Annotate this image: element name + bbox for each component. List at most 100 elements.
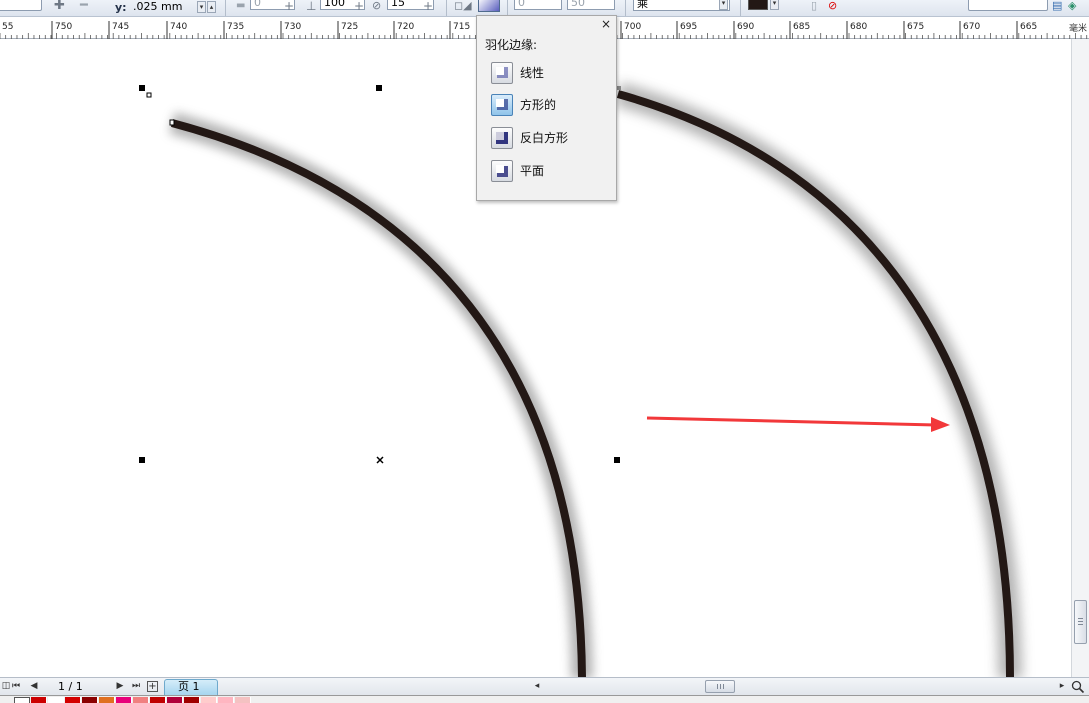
zoom-icon[interactable] — [1071, 680, 1085, 694]
grip-line — [723, 684, 724, 689]
node-handle[interactable] — [169, 119, 175, 126]
color-swatch[interactable] — [48, 697, 64, 703]
ruler-tick-label: 670 — [963, 22, 980, 32]
red-arrow-head — [931, 417, 950, 432]
shadow-color-swatch[interactable] — [748, 0, 768, 10]
first-page-icon[interactable]: ⏮ — [10, 680, 22, 693]
feather-option-linear[interactable]: 线性 — [491, 62, 611, 86]
plus-icon[interactable]: ✚ — [54, 0, 65, 12]
selection-handle-middle-left[interactable] — [139, 457, 145, 463]
feather-direction-icon[interactable]: ◻◢ — [454, 0, 472, 12]
toolbar-icon[interactable]: ▤ — [1052, 0, 1062, 12]
feather-option-square[interactable]: 方形的 — [491, 94, 611, 118]
grip-line — [1078, 618, 1083, 619]
coreldraw-window: ✚ ━ y: .025 mm ▾ ▴ ▬ 0 + ⊥ 100 + ⊘ 15 + … — [0, 0, 1089, 703]
scroll-right-icon[interactable]: ▸ — [1056, 680, 1068, 693]
feather-option-inverse-square[interactable]: 反白方形 — [491, 127, 611, 151]
color-swatch[interactable] — [82, 697, 98, 703]
color-swatch[interactable] — [184, 697, 200, 703]
y-label: y: — [115, 1, 127, 14]
close-icon[interactable]: × — [601, 17, 611, 31]
ruler-tick-label: 55 — [2, 22, 13, 32]
grip-line — [1078, 621, 1083, 622]
horizontal-scrollbar[interactable] — [543, 680, 1068, 694]
ruler-tick-label: 700 — [624, 22, 641, 32]
grip-line — [1078, 624, 1083, 625]
ruler-tick-label: 750 — [55, 22, 72, 32]
ruler-tick-label: 695 — [680, 22, 697, 32]
separator — [507, 0, 508, 16]
shadow-x-field[interactable]: 0 — [514, 0, 562, 10]
chevron-down-icon[interactable]: ▾ — [719, 0, 728, 10]
ruler-tick-label: 740 — [170, 22, 187, 32]
ruler-tick-label: 680 — [850, 22, 867, 32]
ruler-tick-label: 720 — [397, 22, 414, 32]
next-page-icon[interactable]: ▶ — [114, 680, 126, 693]
previous-page-icon[interactable]: ◀ — [28, 680, 40, 693]
ruler-tick-label: 735 — [227, 22, 244, 32]
right-toolbar-field[interactable] — [968, 0, 1048, 11]
last-page-icon[interactable]: ⏭ — [130, 680, 142, 693]
plus-icon[interactable]: + — [423, 0, 433, 12]
horizontal-scroll-thumb[interactable] — [705, 680, 735, 693]
left-arc-shadow — [169, 112, 593, 677]
no-fill-swatch[interactable] — [14, 697, 30, 703]
color-swatch[interactable] — [218, 697, 234, 703]
selection-handle-top-left[interactable] — [139, 85, 145, 91]
toolbar-icon[interactable]: ◈ — [1068, 0, 1076, 12]
merge-mode-dropdown[interactable]: 乘 — [633, 0, 730, 11]
copy-icon: ▯ — [811, 0, 818, 12]
color-swatch[interactable] — [65, 697, 81, 703]
vertical-scrollbar[interactable] — [1071, 39, 1089, 677]
ruler-tick-label: 715 — [453, 22, 470, 32]
feather-option-flat[interactable]: 平面 — [491, 160, 611, 184]
center-marker-icon[interactable] — [376, 456, 384, 464]
feather-edge-button[interactable] — [478, 0, 500, 12]
grip-line — [720, 684, 721, 689]
color-swatch[interactable] — [116, 697, 132, 703]
y-spin-up-icon[interactable]: ▴ — [207, 1, 216, 13]
dim-icon: ▬ — [236, 0, 246, 11]
tab-page-1[interactable]: 页 1 — [164, 679, 218, 695]
ruler-tick-label: 665 — [1020, 22, 1037, 32]
separator — [446, 0, 447, 16]
grip-line — [717, 684, 718, 689]
y-position-field[interactable]: .025 mm — [130, 0, 196, 15]
plus-icon[interactable]: + — [284, 0, 294, 12]
plus-icon[interactable]: + — [354, 0, 364, 12]
minus-icon: ━ — [80, 0, 88, 13]
ruler-tick-label: 690 — [737, 22, 754, 32]
color-palette — [0, 695, 1089, 703]
red-arrow-shaft — [646, 416, 937, 427]
step-icon: ⊥ — [306, 0, 317, 13]
selection-handle-top-middle[interactable] — [376, 85, 382, 91]
flat-feather-icon — [491, 160, 513, 182]
feather-option-label: 线性 — [520, 66, 545, 80]
ruler-tick-label: 675 — [907, 22, 924, 32]
inverse-square-feather-icon — [491, 127, 513, 149]
ruler-tick-label: 725 — [341, 22, 358, 32]
selection-handle-middle-right[interactable] — [614, 457, 620, 463]
color-swatch[interactable] — [31, 697, 47, 703]
ruler-tick-label: 745 — [112, 22, 129, 32]
shadow-y-field[interactable]: 50 — [567, 0, 615, 10]
color-swatch[interactable] — [99, 697, 115, 703]
object-type-dropdown[interactable] — [0, 0, 42, 11]
rotation-handle[interactable] — [146, 92, 152, 98]
color-swatch[interactable] — [167, 697, 183, 703]
vertical-scroll-thumb[interactable] — [1074, 600, 1087, 644]
add-page-icon[interactable]: + — [147, 681, 158, 692]
ruler-tick-label: 685 — [793, 22, 810, 32]
chevron-down-icon[interactable]: ▾ — [770, 0, 779, 10]
right-arc-shadow — [614, 82, 1022, 677]
linear-feather-icon — [491, 62, 513, 84]
color-swatch[interactable] — [235, 697, 251, 703]
clear-shadow-icon[interactable]: ⊘ — [828, 0, 837, 12]
color-swatch[interactable] — [201, 697, 217, 703]
scroll-left-icon[interactable]: ◂ — [531, 680, 543, 693]
color-swatch[interactable] — [133, 697, 149, 703]
y-spin-down-icon[interactable]: ▾ — [197, 1, 206, 13]
feather-option-label: 反白方形 — [520, 131, 569, 145]
color-swatch[interactable] — [150, 697, 166, 703]
square-feather-icon — [491, 94, 513, 116]
